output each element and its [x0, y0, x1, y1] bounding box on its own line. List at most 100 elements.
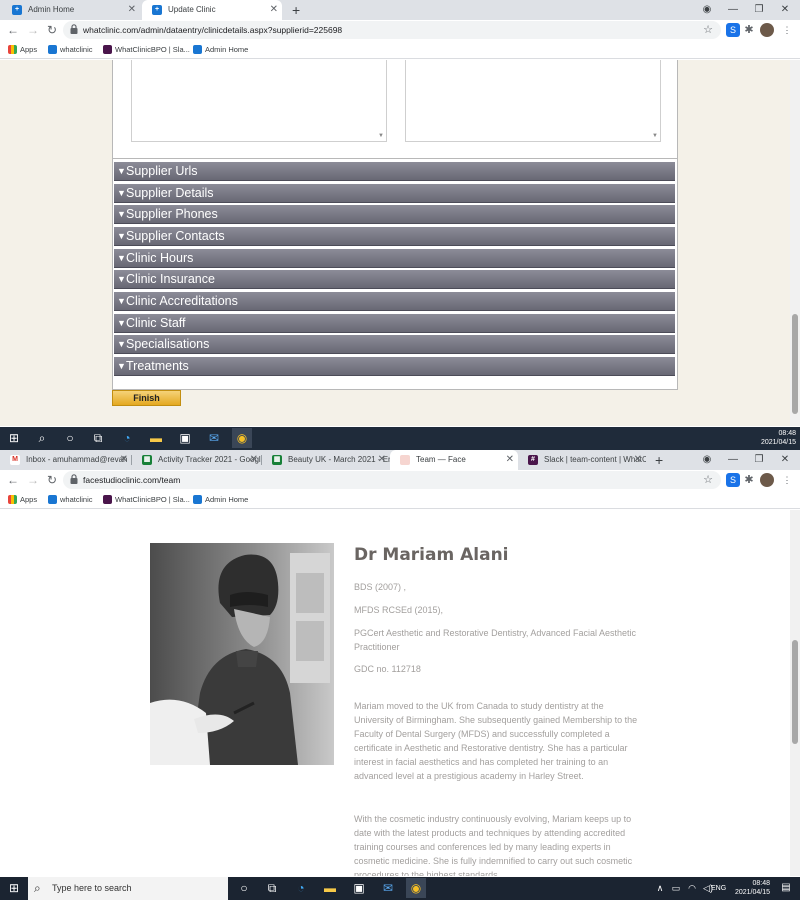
section-header[interactable]: ▼ Clinic Staff	[114, 314, 675, 333]
chrome-icon[interactable]: ◉	[232, 428, 252, 448]
forward-icon[interactable]: →	[25, 472, 41, 488]
textarea-left[interactable]: ▼	[131, 60, 387, 142]
section-header[interactable]: ▼ Supplier Contacts	[114, 227, 675, 246]
page-scrollbar[interactable]	[790, 60, 800, 426]
bookmark-whatclinicbpo[interactable]: WhatClinicBPO | Sla...	[103, 491, 190, 509]
avatar[interactable]	[760, 473, 774, 487]
section-header[interactable]: ▼ Supplier Urls	[114, 162, 675, 181]
back-icon[interactable]: ←	[5, 22, 21, 38]
bookmark-whatclinic[interactable]: whatclinic	[48, 491, 93, 509]
close-tab-icon[interactable]: ✕	[378, 450, 386, 470]
bookmark-star-icon[interactable]: ☆	[703, 471, 713, 489]
scrollbar-thumb[interactable]	[792, 640, 798, 744]
tab-search-icon[interactable]: ◉	[694, 450, 720, 470]
scroll-down-icon[interactable]: ▼	[652, 133, 658, 139]
store-icon[interactable]: ▣	[349, 878, 369, 898]
close-tab-icon[interactable]: ✕	[128, 0, 136, 20]
bookmark-admin-home[interactable]: Admin Home	[193, 41, 248, 59]
windows-start-icon[interactable]: ⊞	[4, 878, 24, 898]
taskbar-search-box[interactable]: ⌕ Type here to search	[28, 877, 228, 900]
tab-label: Slack | team-content | WhatC	[544, 455, 646, 464]
bookmark-apps[interactable]: Apps	[8, 491, 37, 509]
task-view-icon[interactable]: ⧉	[262, 878, 282, 898]
reload-icon[interactable]: ↻	[44, 472, 60, 488]
section-header[interactable]: ▼ Specialisations	[114, 335, 675, 354]
address-bar[interactable]: whatclinic.com/admin/dataentry/clinicdet…	[63, 21, 721, 39]
scrollbar-thumb[interactable]	[792, 314, 798, 414]
close-window-button[interactable]: ✕	[772, 0, 798, 20]
mail-icon[interactable]: ✉	[378, 878, 398, 898]
file-explorer-icon[interactable]: ▬	[320, 878, 340, 898]
file-explorer-icon[interactable]: ▬	[146, 428, 166, 448]
bookmark-apps[interactable]: Apps	[8, 41, 37, 59]
section-header[interactable]: ▼ Treatments	[114, 357, 675, 376]
extension-icon[interactable]: S	[726, 23, 740, 37]
restore-button[interactable]: ❐	[746, 0, 772, 20]
textarea-right[interactable]: ▼	[405, 60, 661, 142]
tab-label: Activity Tracker 2021 - Googl	[158, 455, 261, 464]
clock[interactable]: 08:48 2021/04/15	[761, 429, 796, 447]
store-icon[interactable]: ▣	[175, 428, 195, 448]
cortana-icon[interactable]: ○	[60, 428, 80, 448]
tab-label: Admin Home	[28, 5, 75, 14]
tab-search-icon[interactable]: ◉	[694, 0, 720, 20]
forward-icon[interactable]: →	[25, 22, 41, 38]
qualification-1: BDS (2007) ,	[354, 582, 407, 592]
bookmark-star-icon[interactable]: ☆	[703, 21, 713, 39]
edge-icon[interactable]: ◔	[117, 428, 137, 448]
menu-icon[interactable]: ⋮	[780, 473, 794, 487]
mail-icon[interactable]: ✉	[204, 428, 224, 448]
tab-team-face[interactable]: Team — Face ✕	[390, 450, 518, 470]
section-header[interactable]: ▼ Supplier Details	[114, 184, 675, 203]
close-tab-icon[interactable]: ✕	[270, 0, 278, 20]
scroll-down-icon[interactable]: ▼	[378, 133, 384, 139]
close-tab-icon[interactable]: ✕	[506, 450, 514, 470]
slack-favicon	[103, 45, 112, 54]
section-header[interactable]: ▼ Clinic Insurance	[114, 270, 675, 289]
section-header[interactable]: ▼ Supplier Phones	[114, 205, 675, 224]
cortana-icon[interactable]: ○	[234, 878, 254, 898]
notification-icon[interactable]: ▤	[776, 878, 796, 898]
address-bar[interactable]: facestudioclinic.com/team ☆	[63, 471, 721, 489]
bookmark-whatclinicbpo[interactable]: WhatClinicBPO | Sla...	[103, 41, 190, 59]
tab-update-clinic[interactable]: + Update Clinic ✕	[142, 0, 282, 20]
tab-gmail[interactable]: M Inbox - amuhammad@revah ✕	[0, 450, 132, 470]
close-tab-icon[interactable]: ✕	[634, 450, 642, 470]
bookmark-whatclinic[interactable]: whatclinic	[48, 41, 93, 59]
tab-beauty-uk[interactable]: ▦ Beauty UK - March 2021 - En ✕	[262, 450, 390, 470]
reload-icon[interactable]: ↻	[44, 22, 60, 38]
close-window-button[interactable]: ✕	[772, 450, 798, 470]
new-tab-button[interactable]: +	[292, 0, 300, 20]
menu-icon[interactable]: ⋮	[780, 23, 794, 37]
edge-icon[interactable]: ◔	[291, 878, 311, 898]
bio-paragraph-1: Mariam moved to the UK from Canada to st…	[354, 701, 638, 781]
slack-favicon: #	[528, 455, 538, 465]
section-header[interactable]: ▼ Clinic Accreditations	[114, 292, 675, 311]
chrome-icon[interactable]: ◉	[406, 878, 426, 898]
page-scrollbar-2[interactable]	[790, 510, 800, 876]
minimize-button[interactable]: —	[720, 0, 746, 20]
restore-button[interactable]: ❐	[746, 450, 772, 470]
bookmark-admin-home[interactable]: Admin Home	[193, 491, 248, 509]
tab-slack[interactable]: # Slack | team-content | WhatC ✕	[518, 450, 646, 470]
clock[interactable]: 08:48 2021/04/15	[735, 879, 770, 897]
windows-start-icon[interactable]: ⊞	[4, 428, 24, 448]
extension-icon[interactable]: S	[726, 473, 740, 487]
puzzle-icon[interactable]: ✱	[742, 473, 756, 487]
avatar[interactable]	[760, 23, 774, 37]
finish-button[interactable]: Finish	[112, 390, 181, 406]
section-header[interactable]: ▼ Clinic Hours	[114, 249, 675, 268]
close-tab-icon[interactable]: ✕	[120, 450, 128, 470]
task-view-icon[interactable]: ⧉	[88, 428, 108, 448]
tab-activity-tracker[interactable]: ▦ Activity Tracker 2021 - Googl ✕	[132, 450, 262, 470]
minimize-button[interactable]: —	[720, 450, 746, 470]
whatclinic-favicon: +	[12, 5, 22, 15]
puzzle-icon[interactable]: ✱	[742, 23, 756, 37]
tab-admin-home[interactable]: + Admin Home ✕	[2, 0, 140, 20]
bookmark-label: Admin Home	[205, 45, 249, 54]
new-tab-button[interactable]: +	[655, 450, 663, 470]
close-tab-icon[interactable]: ✕	[250, 450, 258, 470]
search-icon[interactable]: ⌕	[32, 428, 52, 448]
language-indicator[interactable]: ENG	[711, 877, 726, 900]
back-icon[interactable]: ←	[5, 472, 21, 488]
